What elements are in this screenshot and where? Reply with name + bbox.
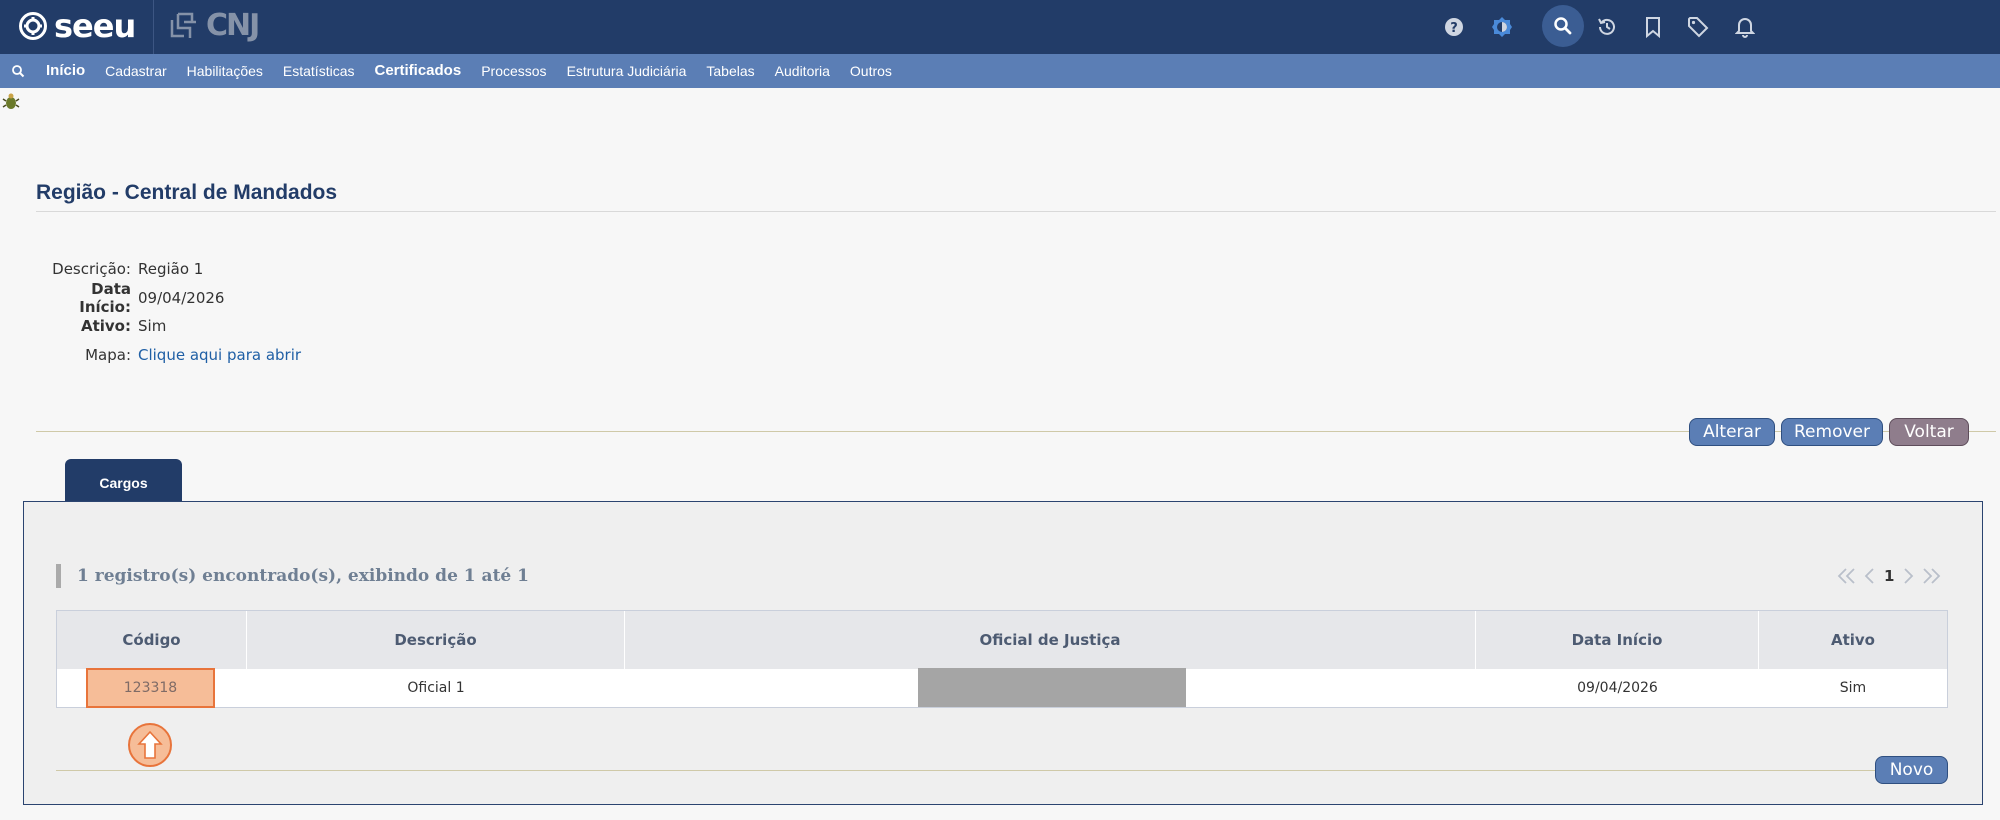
descricao-value: Região 1 xyxy=(138,260,204,278)
current-page: 1 xyxy=(1884,567,1895,585)
mapa-label: Mapa: xyxy=(85,346,131,364)
title-divider xyxy=(36,211,1996,212)
seeu-logo-icon xyxy=(19,12,47,40)
table-header: Código Descrição Oficial de Justiça Data… xyxy=(57,611,1947,669)
cell-codigo[interactable]: 123318 xyxy=(86,668,215,708)
last-page-icon[interactable] xyxy=(1920,567,1942,585)
cnj-emblem-icon xyxy=(170,12,196,38)
header-ativo[interactable]: Ativo xyxy=(1759,611,1947,669)
header-oficial[interactable]: Oficial de Justiça xyxy=(625,611,1476,669)
voltar-button[interactable]: Voltar xyxy=(1889,418,1969,446)
menu-item-inicio[interactable]: Início xyxy=(36,54,95,88)
cnj-logo-text: CNJ xyxy=(206,8,260,43)
page-title: Região - Central de Mandados xyxy=(36,181,338,204)
scroll-up-button[interactable] xyxy=(128,723,172,767)
menu-item-tabelas[interactable]: Tabelas xyxy=(696,54,764,88)
detail-data-inicio: Data Início: 09/04/2026 xyxy=(36,280,225,316)
detail-descricao: Descrição: Região 1 xyxy=(36,258,203,280)
svg-text:?: ? xyxy=(1450,21,1458,36)
theme-icon[interactable] xyxy=(1485,10,1519,44)
pagination: 1 xyxy=(1836,566,1942,586)
ativo-label: Ativo: xyxy=(80,317,131,335)
bell-icon[interactable] xyxy=(1728,10,1762,44)
menu-item-estatisticas[interactable]: Estatísticas xyxy=(273,54,365,88)
first-page-icon[interactable] xyxy=(1836,567,1858,585)
detail-ativo: Ativo: Sim xyxy=(36,315,166,337)
cell-ativo: Sim xyxy=(1839,680,1867,696)
arrow-up-icon xyxy=(137,730,163,759)
top-bar: seeu CNJ ? xyxy=(0,0,2000,54)
debug-bug-icon[interactable] xyxy=(2,92,20,117)
main-menu: Início Cadastrar Habilitações Estatístic… xyxy=(0,54,2000,88)
menu-search-icon[interactable] xyxy=(0,54,36,88)
data-inicio-value: 09/04/2026 xyxy=(138,289,225,307)
cell-data-inicio: 09/04/2026 xyxy=(1577,680,1658,696)
menu-item-auditoria[interactable]: Auditoria xyxy=(765,54,840,88)
previous-page-icon[interactable] xyxy=(1862,567,1876,585)
history-icon[interactable] xyxy=(1590,10,1624,44)
menu-item-habilitacoes[interactable]: Habilitações xyxy=(177,54,273,88)
ativo-value: Sim xyxy=(138,317,167,335)
menu-item-cadastrar[interactable]: Cadastrar xyxy=(95,54,176,88)
redacted-oficial-name xyxy=(918,668,1186,707)
cnj-logo: CNJ xyxy=(170,8,260,43)
search-icon[interactable] xyxy=(1542,5,1584,47)
logo-separator xyxy=(153,0,154,54)
help-icon[interactable]: ? xyxy=(1437,10,1471,44)
header-data-inicio[interactable]: Data Início xyxy=(1476,611,1759,669)
tab-cargos[interactable]: Cargos xyxy=(65,459,182,501)
novo-divider xyxy=(56,770,1948,771)
menu-item-certificados[interactable]: Certificados xyxy=(365,54,472,88)
seeu-logo-text: seeu xyxy=(54,7,136,45)
cell-descricao[interactable]: Oficial 1 xyxy=(247,669,625,707)
alterar-button[interactable]: Alterar xyxy=(1689,418,1775,446)
next-page-icon[interactable] xyxy=(1902,567,1916,585)
seeu-logo[interactable]: seeu xyxy=(18,7,136,45)
menu-item-processos[interactable]: Processos xyxy=(471,54,556,88)
novo-button[interactable]: Novo xyxy=(1875,756,1948,784)
remover-button[interactable]: Remover xyxy=(1781,418,1883,446)
bookmark-icon[interactable] xyxy=(1636,10,1670,44)
records-summary: 1 registro(s) encontrado(s), exibindo de… xyxy=(56,564,529,588)
menu-item-outros[interactable]: Outros xyxy=(840,54,902,88)
header-descricao[interactable]: Descrição xyxy=(247,611,625,669)
detail-mapa: Mapa: Clique aqui para abrir xyxy=(36,344,301,366)
descricao-label: Descrição: xyxy=(52,260,131,278)
header-codigo[interactable]: Código xyxy=(57,611,247,669)
mapa-link[interactable]: Clique aqui para abrir xyxy=(138,346,301,364)
menu-item-estrutura-judiciaria[interactable]: Estrutura Judiciária xyxy=(557,54,697,88)
tag-icon[interactable] xyxy=(1681,10,1715,44)
data-inicio-label: Data Início: xyxy=(79,280,131,316)
